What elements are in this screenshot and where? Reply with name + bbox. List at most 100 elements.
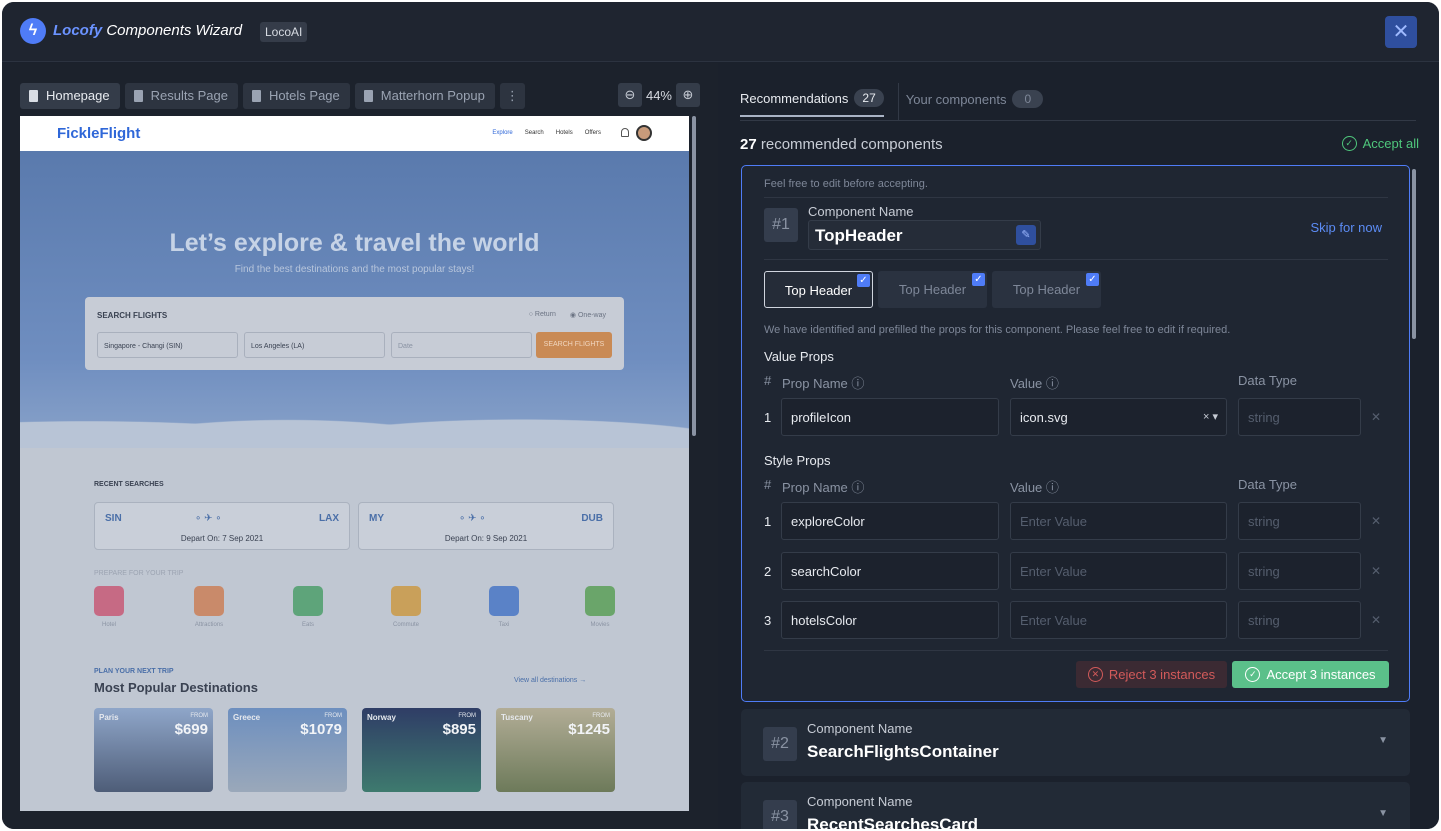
chevron-down-icon[interactable]: ▼ xyxy=(1378,735,1388,746)
document-icon xyxy=(363,90,373,102)
departure-field: Singapore - Changi (SIN) xyxy=(97,332,238,358)
locofy-logo-icon: ϟ xyxy=(20,18,46,44)
app-title: Locofy Components Wizard xyxy=(53,22,243,39)
eats-icon xyxy=(293,586,323,616)
page-preview[interactable]: FickleFlight Explore Search Hotels Offer… xyxy=(20,116,689,811)
instance-option[interactable]: Top Header ✓ xyxy=(992,271,1101,308)
hotel-icon xyxy=(94,586,124,616)
preview-nav-offers: Offers xyxy=(584,130,601,136)
taxi-icon xyxy=(489,586,519,616)
destination-card: Tuscany FROM $1245 xyxy=(496,708,615,792)
prop-name-input[interactable]: searchColor xyxy=(781,552,999,590)
remove-prop-icon[interactable]: ✕ xyxy=(1371,564,1381,578)
prop-name-input[interactable]: hotelsColor xyxy=(781,601,999,639)
prop-value-input[interactable]: Enter Value xyxy=(1010,552,1227,590)
view-all-link: View all destinations → xyxy=(514,677,587,684)
tab-hotels-page[interactable]: Hotels Page xyxy=(242,83,350,109)
col-data-type: Data Type xyxy=(1238,373,1298,388)
component-name-label: Component Name xyxy=(808,204,914,219)
data-type-input[interactable]: string xyxy=(1238,398,1361,436)
edit-name-button[interactable]: ✎ xyxy=(1016,225,1036,245)
instance-option[interactable]: Top Header ✓ xyxy=(878,271,987,308)
hero-title: Let’s explore & travel the world xyxy=(169,229,540,257)
plane-icon: ∘ ✈ ∘ xyxy=(195,513,222,524)
recommendation-tabs: Recommendations 27 Your components 0 xyxy=(740,89,1044,117)
row-number: 1 xyxy=(764,514,772,529)
prop-name-input[interactable]: exploreColor xyxy=(781,502,999,540)
col-value: Value ⓘ xyxy=(1010,480,1059,495)
instance-option[interactable]: Top Header ✓ xyxy=(764,271,873,308)
prop-value-input[interactable]: Enter Value xyxy=(1010,502,1227,540)
zoom-out-icon: ⊖ xyxy=(624,87,636,102)
preview-scrollbar[interactable] xyxy=(692,116,696,436)
panel-scrollbar[interactable] xyxy=(1412,169,1416,339)
prop-name-input[interactable]: profileIcon xyxy=(781,398,999,436)
search-flights-title: SEARCH FLIGHTS xyxy=(97,311,168,320)
accept-instances-button[interactable]: ✓ Accept 3 instances xyxy=(1232,661,1389,688)
zoom-in-button[interactable]: ⊕ xyxy=(676,83,700,107)
preview-nav-search: Search xyxy=(524,130,544,136)
component-card-3[interactable]: #3 Component Name RecentSearchesCard ▼ xyxy=(741,782,1410,829)
props-info-text: We have identified and prefilled the pro… xyxy=(764,324,1231,336)
hero-subtitle: Find the best destinations and the most … xyxy=(234,264,475,275)
checkbox-checked-icon[interactable]: ✓ xyxy=(1086,273,1099,286)
divider xyxy=(764,650,1388,651)
tab-your-components[interactable]: Your components 0 xyxy=(906,90,1044,116)
component-name-input[interactable]: TopHeader ✎ xyxy=(808,220,1041,250)
icon-label: Attractions xyxy=(194,622,224,628)
zoom-controls: ⊖ 44% ⊕ xyxy=(617,83,700,107)
col-prop-name: Prop Name ⓘ xyxy=(782,376,865,391)
value-props-heading: Value Props xyxy=(764,349,834,364)
prop-value-select[interactable]: icon.svg × ▾ xyxy=(1010,398,1227,436)
destination-card: Greece FROM $1079 xyxy=(228,708,347,792)
prop-value-input[interactable]: Enter Value xyxy=(1010,601,1227,639)
checkbox-checked-icon[interactable]: ✓ xyxy=(857,274,870,287)
x-circle-icon: ✕ xyxy=(1087,667,1103,682)
clear-dropdown-icon[interactable]: × ▾ xyxy=(1203,410,1218,423)
remove-prop-icon[interactable]: ✕ xyxy=(1371,613,1381,627)
recommendations-panel: Recommendations 27 Your components 0 27 … xyxy=(718,63,1439,829)
commute-icon xyxy=(391,586,421,616)
movies-icon xyxy=(585,586,615,616)
plane-icon: ∘ ✈ ∘ xyxy=(459,513,486,524)
preview-nav-explore: Explore xyxy=(492,130,513,136)
tab-results-page[interactable]: Results Page xyxy=(124,83,238,109)
accept-all-button[interactable]: ✓ Accept all xyxy=(1341,136,1419,151)
zoom-in-icon: ⊕ xyxy=(682,87,694,102)
close-icon: ✕ xyxy=(1392,21,1410,43)
divider xyxy=(764,259,1388,260)
data-type-input[interactable]: string xyxy=(1238,552,1361,590)
info-icon: ⓘ xyxy=(851,376,865,391)
document-icon xyxy=(29,90,38,102)
chevron-down-icon[interactable]: ▼ xyxy=(1378,808,1388,819)
data-type-input[interactable]: string xyxy=(1238,502,1361,540)
data-type-input[interactable]: string xyxy=(1238,601,1361,639)
icon-label: Eats xyxy=(301,622,314,628)
popular-destinations-title: Most Popular Destinations xyxy=(94,680,258,695)
locoai-badge: LocoAI xyxy=(260,22,308,42)
component-card-2[interactable]: #2 Component Name SearchFlightsContainer… xyxy=(741,709,1410,776)
document-icon xyxy=(133,90,143,102)
remove-prop-icon[interactable]: ✕ xyxy=(1371,410,1381,424)
destination-card: Paris FROM $699 xyxy=(94,708,213,792)
zoom-out-button[interactable]: ⊖ xyxy=(617,83,642,107)
component-name: RecentSearchesCard xyxy=(807,815,979,829)
date-field: Date xyxy=(391,332,532,358)
skip-for-now-link[interactable]: Skip for now xyxy=(1310,220,1382,235)
checkbox-checked-icon[interactable]: ✓ xyxy=(972,273,985,286)
preview-header: FickleFlight Explore Search Hotels Offer… xyxy=(20,116,689,151)
preview-nav-hotels: Hotels xyxy=(555,130,573,136)
reject-instances-button[interactable]: ✕ Reject 3 instances xyxy=(1076,661,1227,688)
style-props-heading: Style Props xyxy=(764,453,831,468)
tab-homepage[interactable]: Homepage xyxy=(20,83,120,109)
tab-recommendations[interactable]: Recommendations 27 xyxy=(740,89,884,117)
remove-prop-icon[interactable]: ✕ xyxy=(1371,514,1381,528)
row-number: 1 xyxy=(764,410,772,425)
avatar xyxy=(636,125,652,141)
preview-logo: FickleFlight xyxy=(57,125,141,142)
tab-matterhorn-popup[interactable]: Matterhorn Popup xyxy=(354,83,495,109)
check-circle-icon: ✓ xyxy=(1341,136,1357,151)
icon-label: Commute xyxy=(392,622,419,628)
more-tabs-button[interactable]: ⋮ xyxy=(499,83,525,109)
close-button[interactable]: ✕ xyxy=(1385,16,1417,48)
